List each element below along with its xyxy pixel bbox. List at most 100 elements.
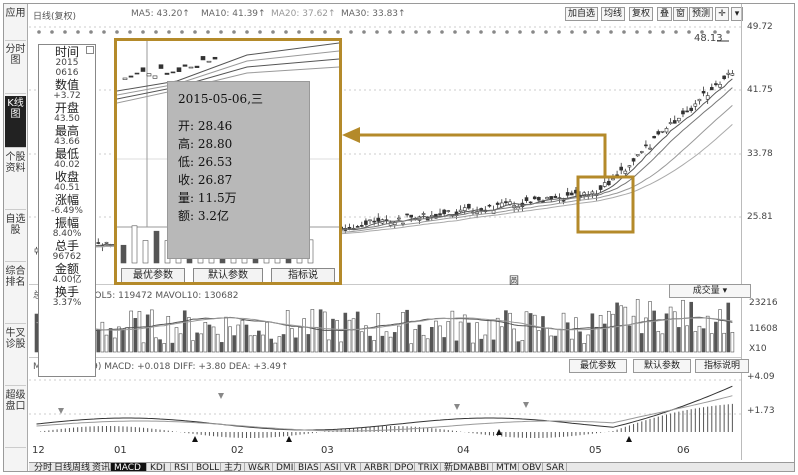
zoom-candle: [122, 77, 128, 80]
nav-watchlist[interactable]: 自选股: [5, 212, 26, 262]
marker-dot: [336, 30, 340, 34]
indicator-tab[interactable]: BIAS: [295, 463, 321, 471]
indicator-tab[interactable]: 分时: [31, 463, 52, 471]
indicator-tab[interactable]: W&R: [245, 463, 273, 471]
zoom-candle: [212, 56, 218, 60]
nav-intraday[interactable]: 分时图: [5, 42, 26, 94]
info-key: 涨幅: [54, 193, 79, 207]
indicator-tab[interactable]: TRIX: [415, 463, 441, 471]
candle-body: [668, 122, 673, 125]
zoom-candle: [146, 73, 152, 77]
volume-bar: [458, 321, 463, 353]
zoomed-detail-box: 2015-05-06,三 开: 28.46 高: 28.80 低: 26.53 …: [114, 38, 342, 285]
info-value: 43.50: [54, 114, 80, 124]
volume-bar: [277, 336, 282, 353]
volume-bar: [364, 325, 368, 353]
marker-dot: [102, 30, 106, 34]
indicator-tab[interactable]: OBV: [519, 463, 543, 471]
volume-bar: [162, 343, 166, 353]
marker-dot: [596, 30, 600, 34]
volume-bar: [413, 329, 418, 353]
stock-chart-window: 应用 分时图 K线图 个股资料 自选股 综合排名 牛叉诊股 超级盘口 日线(复权…: [3, 3, 795, 472]
indicator-tab[interactable]: MTM: [493, 463, 519, 471]
close-icon[interactable]: [86, 46, 94, 54]
volume-bar: [248, 335, 253, 353]
candle-body: [462, 207, 467, 212]
indicator-tab[interactable]: DMI: [273, 463, 295, 471]
volume-bar: [121, 329, 125, 353]
volume-bar: [409, 343, 414, 353]
marker-dot: [310, 30, 314, 34]
indicator-tab[interactable]: BOLL: [193, 463, 221, 471]
marker-dot: [323, 30, 327, 34]
candle-body: [401, 222, 405, 225]
candle-body: [409, 214, 414, 218]
candle-body: [364, 220, 368, 225]
zoom-candle: [170, 71, 176, 74]
marker-dot: [219, 30, 223, 34]
nav-apps[interactable]: 应用: [5, 6, 26, 41]
nav-kline[interactable]: K线图: [5, 96, 26, 148]
candle-body: [677, 117, 681, 122]
candle-body: [561, 199, 566, 202]
indicator-tab[interactable]: ASI: [321, 463, 341, 471]
volume-bar: [129, 310, 134, 353]
indicator-tab[interactable]: KDJ: [147, 463, 171, 471]
zoom-volume-bar: [153, 230, 160, 264]
candle-body: [545, 197, 549, 200]
price-tick-3: 33.78: [747, 149, 773, 159]
volume-bar: [191, 340, 195, 353]
info-key: 换手: [54, 285, 79, 299]
indicator-tab[interactable]: 日线周线: [51, 463, 90, 471]
indicator-tab[interactable]: BBI: [471, 463, 493, 471]
indicator-tab[interactable]: 资讯: [89, 463, 111, 471]
volume-bar: [582, 343, 586, 353]
marker-dot: [63, 30, 67, 34]
marker-dot: [479, 30, 483, 34]
volume-bar: [685, 325, 689, 353]
indicator-tab[interactable]: RSI: [171, 463, 193, 471]
info-key: 最低: [54, 147, 79, 161]
nav-ranking[interactable]: 综合排名: [5, 264, 26, 324]
sell-signal-icon: [218, 393, 224, 399]
zoom-help-button[interactable]: 指标说: [271, 268, 335, 282]
indicator-tab[interactable]: ARBR: [361, 463, 391, 471]
candle-body: [611, 178, 615, 181]
nav-diagnosis[interactable]: 牛叉诊股: [5, 326, 26, 386]
zoom-optimal-params-button[interactable]: 最优参数: [121, 268, 185, 282]
volume-bar: [627, 325, 632, 353]
zoom-candle: [200, 56, 206, 61]
indicator-tab[interactable]: 新DMA: [441, 463, 474, 471]
marker-dot: [50, 30, 54, 34]
volume-bar: [545, 327, 549, 353]
indicator-tab[interactable]: 主力: [221, 463, 245, 471]
volume-bar: [322, 311, 327, 353]
volume-bar: [652, 310, 656, 353]
volume-bar: [446, 321, 451, 353]
volume-bar: [289, 328, 294, 353]
marker-dot: [622, 30, 626, 34]
indicator-tab[interactable]: DPO: [391, 463, 415, 471]
candle-body: [627, 165, 632, 168]
nav-super-order-book-label: 超级盘口: [5, 390, 26, 412]
nav-stock-profile[interactable]: 个股资料: [5, 150, 26, 210]
nav-stock-profile-label: 个股资料: [5, 152, 26, 174]
indicator-tab[interactable]: MACD: [111, 463, 147, 471]
volume-bar: [471, 342, 475, 353]
zoom-default-params-button[interactable]: 默认参数: [193, 268, 263, 282]
candle-body: [376, 217, 381, 222]
marker-dot: [128, 30, 132, 34]
volume-bar: [644, 317, 648, 353]
marker-dot: [609, 30, 613, 34]
volume-bar: [495, 317, 500, 353]
indicator-tab[interactable]: SAR: [543, 463, 567, 471]
nav-super-order-book[interactable]: 超级盘口: [5, 388, 26, 448]
info-value: 43.66: [54, 137, 80, 147]
marker-dot: [245, 30, 249, 34]
zoom-candle: [206, 60, 212, 63]
volume-bar: [681, 299, 685, 353]
indicator-tab[interactable]: VR: [341, 463, 361, 471]
volume-bar: [182, 310, 187, 353]
info-key: 总手: [54, 239, 79, 253]
volume-bar: [701, 328, 706, 353]
